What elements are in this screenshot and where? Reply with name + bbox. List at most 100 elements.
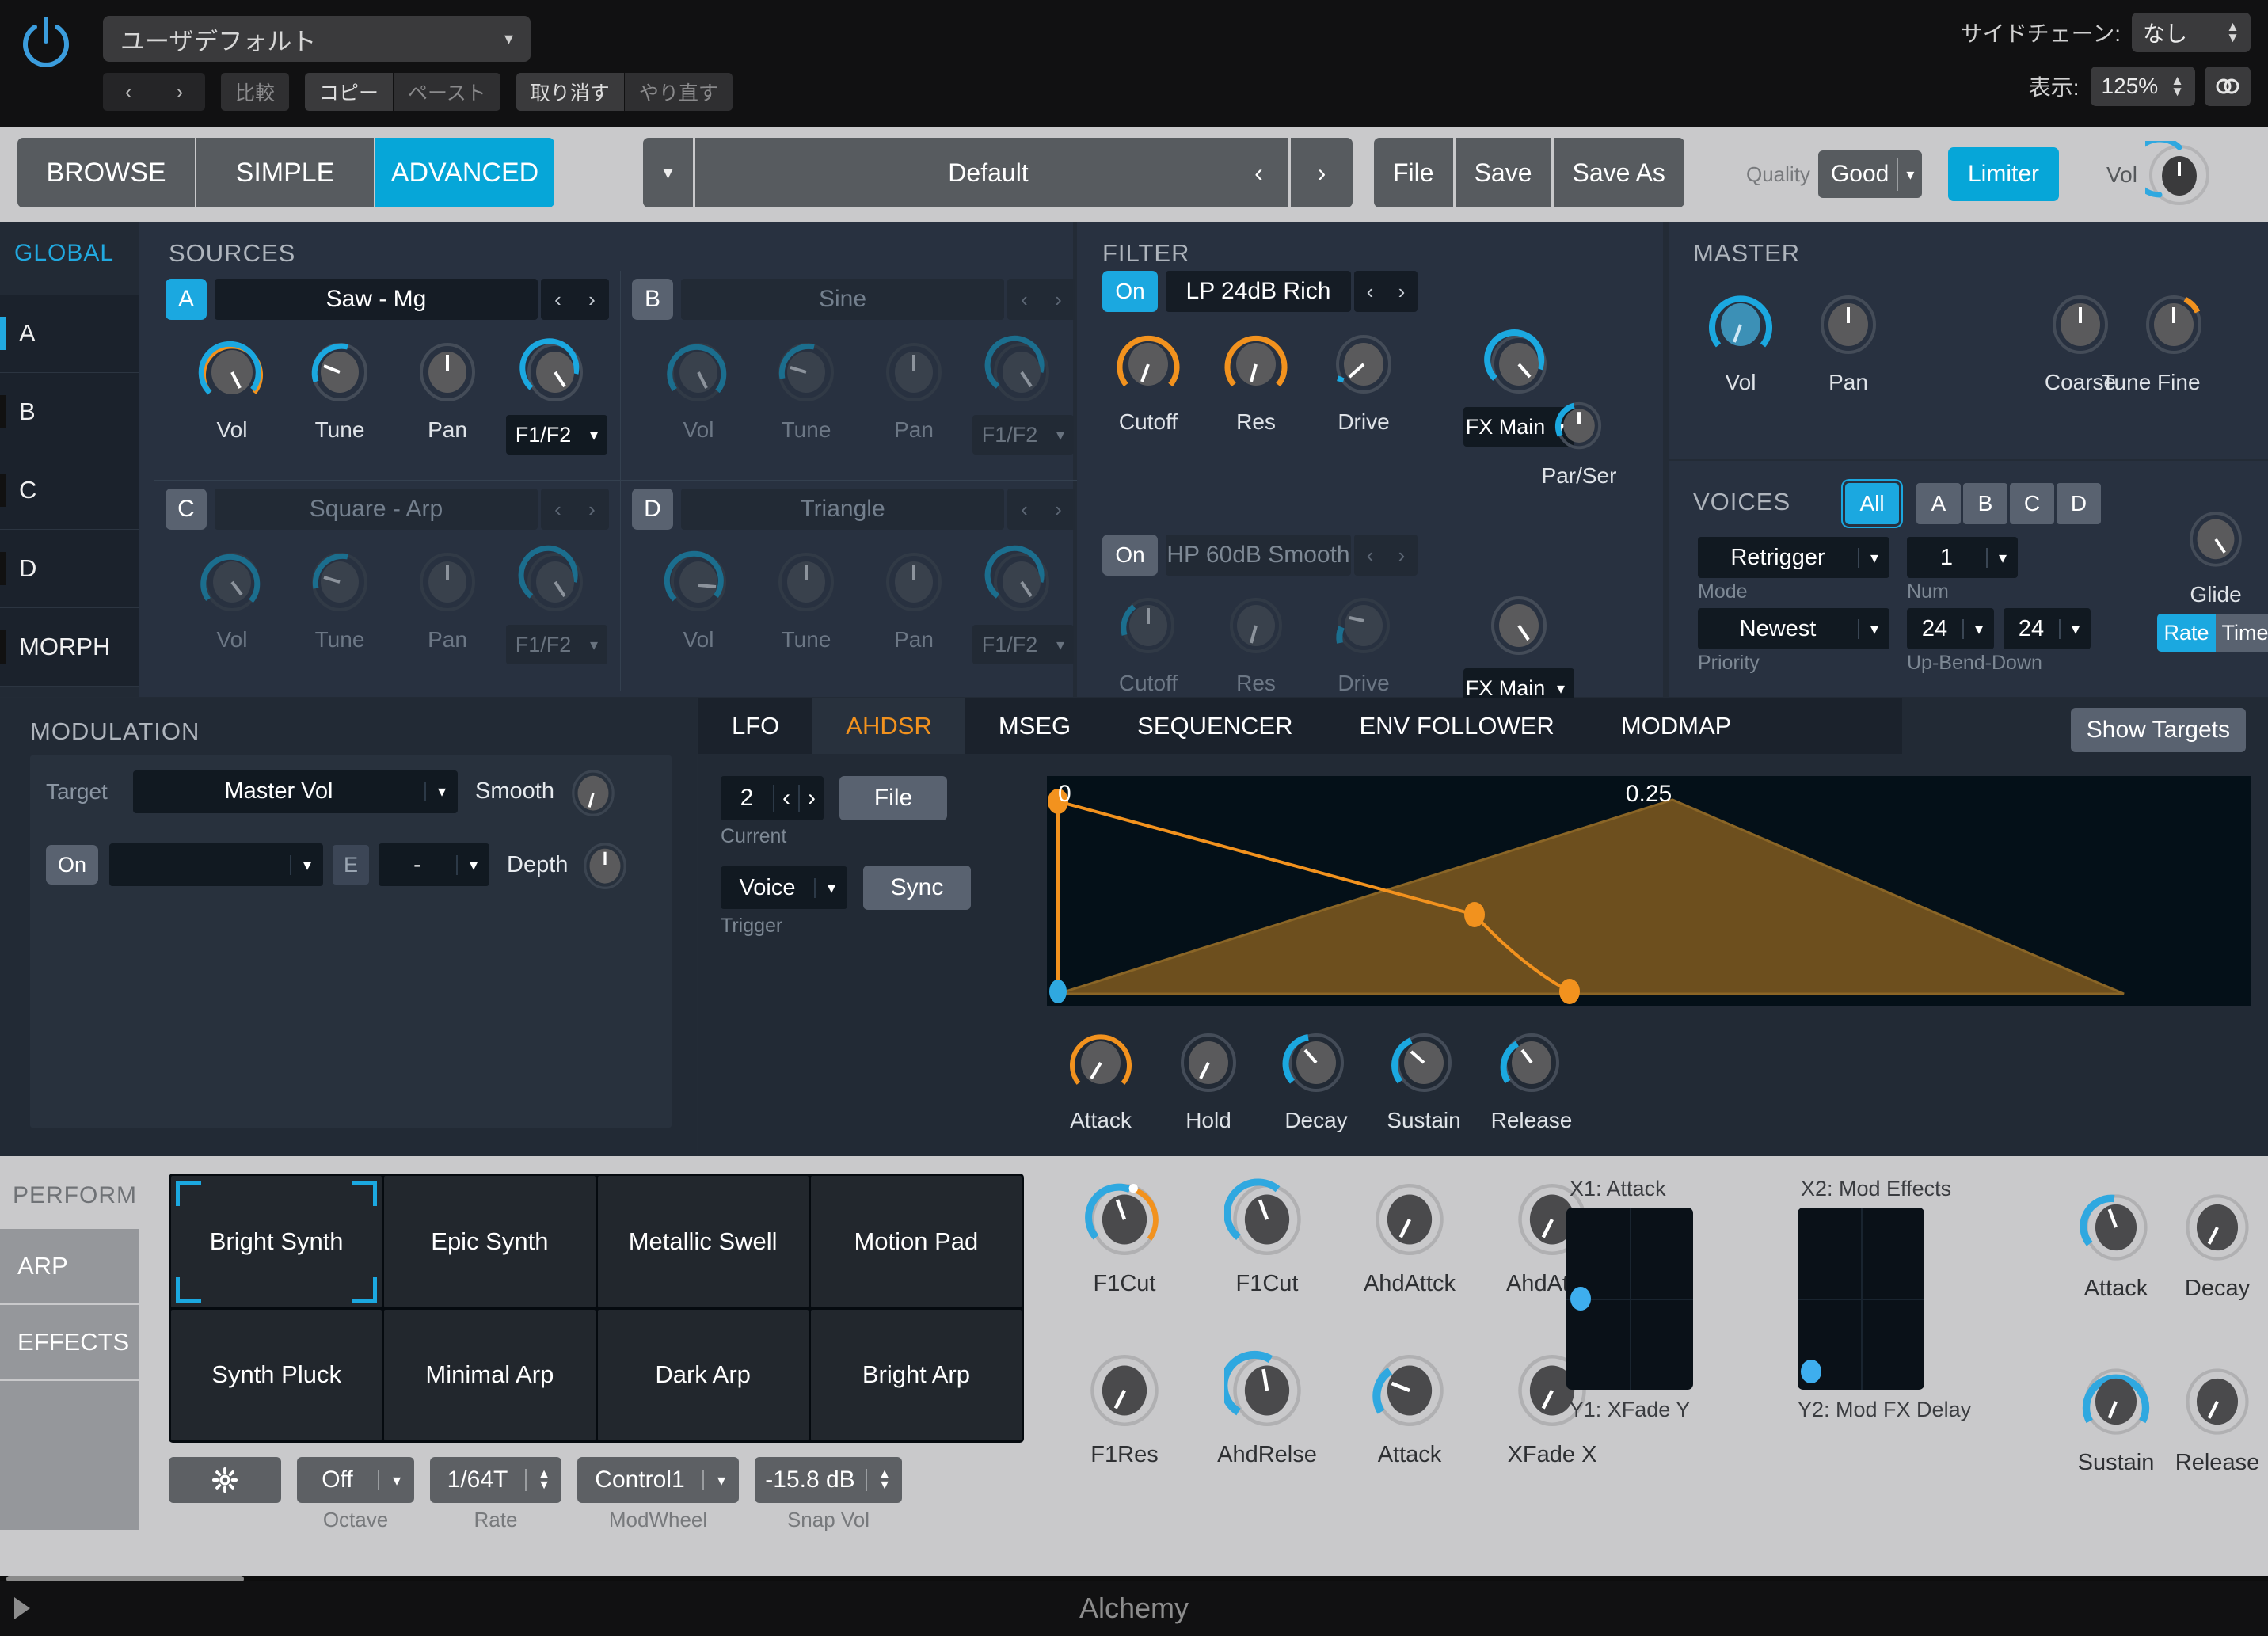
settings-button[interactable]	[169, 1457, 281, 1503]
coarse-knob[interactable]	[2042, 285, 2118, 361]
redo-button[interactable]: やり直す	[624, 73, 733, 111]
user-preset-select[interactable]: ユーザデフォルト ▾	[103, 16, 531, 62]
file-button[interactable]: File	[1374, 138, 1456, 207]
fx-knob[interactable]	[1481, 325, 1557, 401]
fx-knob[interactable]	[1481, 586, 1557, 662]
prev-icon[interactable]: ‹	[1007, 287, 1041, 312]
paste-button[interactable]: ペースト	[394, 73, 500, 111]
prev-icon[interactable]: ‹	[541, 287, 575, 312]
attack-knob[interactable]	[1367, 1348, 1452, 1433]
tune-knob[interactable]	[302, 333, 378, 409]
undo-button[interactable]: 取り消す	[516, 73, 624, 111]
vol-knob[interactable]	[660, 542, 736, 618]
pan-knob[interactable]	[1810, 285, 1886, 361]
prev-icon[interactable]: ‹	[1007, 497, 1041, 522]
source-d-name[interactable]: Triangle	[681, 489, 1004, 530]
quality-select[interactable]: Good ▾	[1817, 150, 1923, 198]
source-d-filter-route[interactable]: F1/F2 ▾	[972, 625, 1074, 664]
release-knob[interactable]	[2178, 1362, 2257, 1441]
voices-btn-d[interactable]: D	[2057, 483, 2101, 524]
next-icon[interactable]: ›	[575, 287, 609, 312]
next-icon[interactable]: ›	[1041, 287, 1075, 312]
pad-minimal-arp[interactable]: Minimal Arp	[384, 1309, 596, 1440]
filter-knob[interactable]	[517, 542, 593, 618]
attack-knob[interactable]	[2076, 1188, 2156, 1267]
filter1-type[interactable]: LP 24dB Rich	[1166, 271, 1351, 312]
pan-knob[interactable]	[409, 333, 485, 409]
tab-simple[interactable]: SIMPLE	[196, 138, 375, 207]
tab-modmap[interactable]: MODMAP	[1588, 698, 1765, 754]
glide-time-button[interactable]: Time	[2216, 614, 2268, 652]
prev-icon[interactable]: ‹	[773, 785, 798, 812]
tab-env-follower[interactable]: ENV FOLLOWER	[1326, 698, 1587, 754]
source-d-toggle[interactable]: D	[632, 489, 673, 530]
sustain-knob[interactable]	[1386, 1023, 1462, 1099]
modulation-amount-select[interactable]: - ▾	[379, 843, 489, 886]
voices-bend-down-select[interactable]: 24 ▾	[2004, 608, 2091, 649]
pan-knob[interactable]	[409, 542, 485, 618]
master-vol-knob[interactable]	[2144, 141, 2213, 209]
modulation-target-select[interactable]: Master Vol ▾	[133, 770, 458, 813]
preset-prev-button[interactable]: ‹	[1229, 138, 1291, 207]
decay-knob[interactable]	[1278, 1023, 1354, 1099]
filter-knob[interactable]	[984, 333, 1060, 409]
voices-bend-up-select[interactable]: 24 ▾	[1907, 608, 1994, 649]
tab-ahdsr[interactable]: AHDSR	[812, 698, 965, 754]
pad-epic-synth[interactable]: Epic Synth	[384, 1176, 596, 1307]
save-button[interactable]: Save	[1455, 138, 1554, 207]
attack-knob[interactable]	[1063, 1023, 1139, 1099]
smooth-knob[interactable]	[562, 761, 624, 823]
source-b-name[interactable]: Sine	[681, 279, 1004, 320]
prev-icon[interactable]: ‹	[1354, 543, 1386, 568]
xy-pad-2[interactable]	[1798, 1208, 1924, 1390]
pad-motion-pad[interactable]: Motion Pad	[810, 1176, 1022, 1307]
sidebar-item-c[interactable]: C	[0, 451, 139, 530]
ahdattck-knob[interactable]	[1367, 1177, 1452, 1262]
preset-name-display[interactable]: Default	[695, 138, 1281, 207]
hold-knob[interactable]	[1170, 1023, 1246, 1099]
release-knob[interactable]	[1494, 1023, 1570, 1099]
sustain-knob[interactable]	[2076, 1362, 2156, 1441]
sidebar-item-d[interactable]: D	[0, 530, 139, 608]
env-trigger-select[interactable]: Voice ▾	[721, 866, 847, 909]
octave-select[interactable]: Off ▾	[297, 1457, 414, 1503]
filter1-on-button[interactable]: On	[1102, 271, 1158, 312]
perform-item-effects[interactable]: EFFECTS	[0, 1305, 139, 1381]
vol-knob[interactable]	[194, 542, 270, 618]
pad-bright-synth[interactable]: Bright Synth	[171, 1176, 382, 1307]
show-targets-button[interactable]: Show Targets	[2070, 708, 2246, 752]
source-c-toggle[interactable]: C	[166, 489, 207, 530]
tab-browse[interactable]: BROWSE	[17, 138, 196, 207]
modwheel-select[interactable]: Control1 ▾	[577, 1457, 739, 1503]
glide-rate-button[interactable]: Rate	[2157, 614, 2216, 652]
env-file-button[interactable]: File	[839, 776, 947, 820]
voices-num-select[interactable]: 1 ▾	[1907, 537, 2018, 578]
next-icon[interactable]: ›	[1386, 543, 1418, 568]
perform-item-empty[interactable]	[0, 1381, 139, 1531]
env-sync-button[interactable]: Sync	[863, 866, 971, 910]
source-a-name[interactable]: Saw - Mg	[215, 279, 538, 320]
voices-btn-c[interactable]: C	[2010, 483, 2054, 524]
modulation-on-button[interactable]: On	[46, 845, 98, 885]
pad-dark-arp[interactable]: Dark Arp	[597, 1309, 809, 1440]
copy-button[interactable]: コピー	[305, 73, 394, 111]
perform-item-arp[interactable]: ARP	[0, 1229, 139, 1305]
source-c-arrows[interactable]: ‹ ›	[541, 489, 609, 530]
decay-knob[interactable]	[2178, 1188, 2257, 1267]
next-icon[interactable]: ›	[798, 785, 824, 812]
vol-knob[interactable]	[1703, 285, 1779, 361]
xy-pad-1-handle[interactable]	[1570, 1287, 1591, 1311]
limiter-button[interactable]: Limiter	[1948, 147, 2059, 201]
filter2-arrows[interactable]: ‹ ›	[1354, 535, 1418, 576]
pan-knob[interactable]	[876, 333, 952, 409]
save-as-button[interactable]: Save As	[1553, 138, 1684, 207]
ahdrelse-knob[interactable]	[1220, 1348, 1310, 1433]
fine-knob[interactable]	[2136, 285, 2212, 361]
cutoff-knob[interactable]	[1110, 325, 1186, 401]
next-icon[interactable]: ›	[1041, 497, 1075, 522]
vol-knob[interactable]	[660, 333, 736, 409]
filter1-arrows[interactable]: ‹ ›	[1354, 271, 1418, 312]
glide-knob[interactable]	[2180, 502, 2251, 573]
voices-btn-a[interactable]: A	[1916, 483, 1961, 524]
source-a-toggle[interactable]: A	[166, 279, 207, 320]
